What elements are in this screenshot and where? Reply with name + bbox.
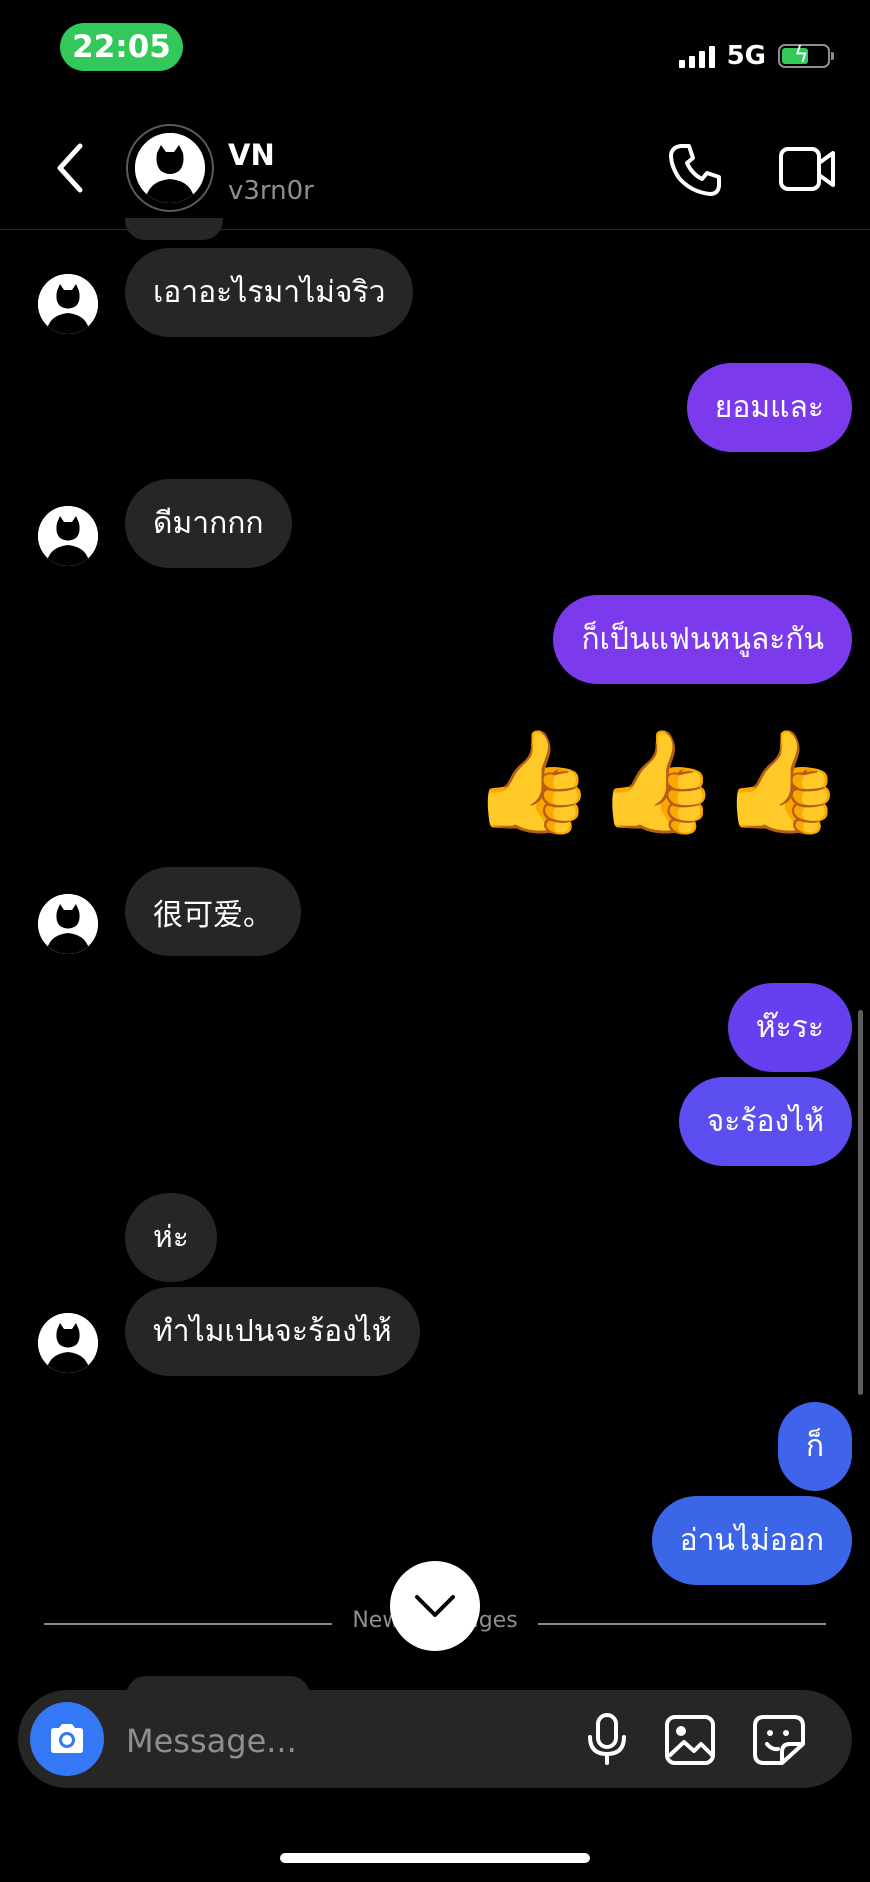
cat-avatar-icon [135, 133, 205, 203]
signal-icon [678, 44, 715, 68]
camera-button[interactable] [30, 1702, 104, 1776]
network-label: 5G [726, 41, 766, 71]
partial-message-bubble [125, 218, 223, 240]
scrollbar[interactable] [858, 1010, 863, 1395]
status-icons: 5G ϟ [678, 36, 834, 76]
incoming-message-bubble[interactable]: ห่ะ [125, 1193, 217, 1282]
battery-icon: ϟ [778, 43, 834, 68]
sender-avatar[interactable] [38, 506, 98, 566]
camera-icon [51, 1724, 83, 1753]
outgoing-message-bubble[interactable]: ก็เป็นแฟนหนูละกัน [553, 595, 852, 684]
sender-avatar[interactable] [38, 274, 98, 334]
thumbs-up-emoji-message[interactable]: 👍👍👍 [470, 722, 844, 842]
outgoing-message-bubble[interactable]: อ่านไม่ออก [651, 1496, 852, 1585]
contact-username[interactable]: v3rn0r [228, 176, 314, 206]
sender-avatar[interactable] [38, 1313, 98, 1373]
outgoing-message-bubble[interactable]: จะร้องไห้ [678, 1077, 852, 1166]
sticker-icon[interactable] [752, 1714, 806, 1766]
cat-avatar-icon [38, 274, 98, 334]
contact-avatar[interactable] [126, 124, 214, 212]
message-input[interactable] [124, 1710, 548, 1772]
cat-avatar-icon [38, 1313, 98, 1373]
status-time: 22:05 [60, 23, 183, 71]
outgoing-message-bubble[interactable]: ยอมและ [686, 363, 852, 452]
incoming-message-bubble[interactable]: 很可爱。 [125, 867, 301, 956]
scroll-to-bottom-button[interactable] [390, 1561, 480, 1651]
outgoing-message-bubble[interactable]: ก็ [777, 1402, 852, 1491]
incoming-message-bubble[interactable]: ทำไมเปนจะร้องไห้ [125, 1287, 420, 1376]
incoming-message-bubble[interactable]: ดีมากกก [125, 479, 292, 568]
cat-avatar-icon [38, 506, 98, 566]
incoming-message-bubble[interactable]: เอาอะไรมาไม่จริว [125, 248, 414, 337]
sender-avatar[interactable] [38, 894, 98, 954]
phone-call-icon[interactable] [667, 142, 723, 198]
chevron-down-icon [415, 1595, 455, 1617]
outgoing-message-bubble[interactable]: ห๊ะระ [727, 983, 852, 1072]
gallery-icon[interactable] [664, 1714, 716, 1766]
contact-name[interactable]: VN [228, 138, 275, 172]
cat-avatar-icon [38, 894, 98, 954]
home-indicator[interactable] [280, 1853, 590, 1863]
back-arrow-icon[interactable] [52, 140, 88, 196]
video-call-icon[interactable] [778, 144, 836, 194]
microphone-icon[interactable] [585, 1713, 629, 1765]
